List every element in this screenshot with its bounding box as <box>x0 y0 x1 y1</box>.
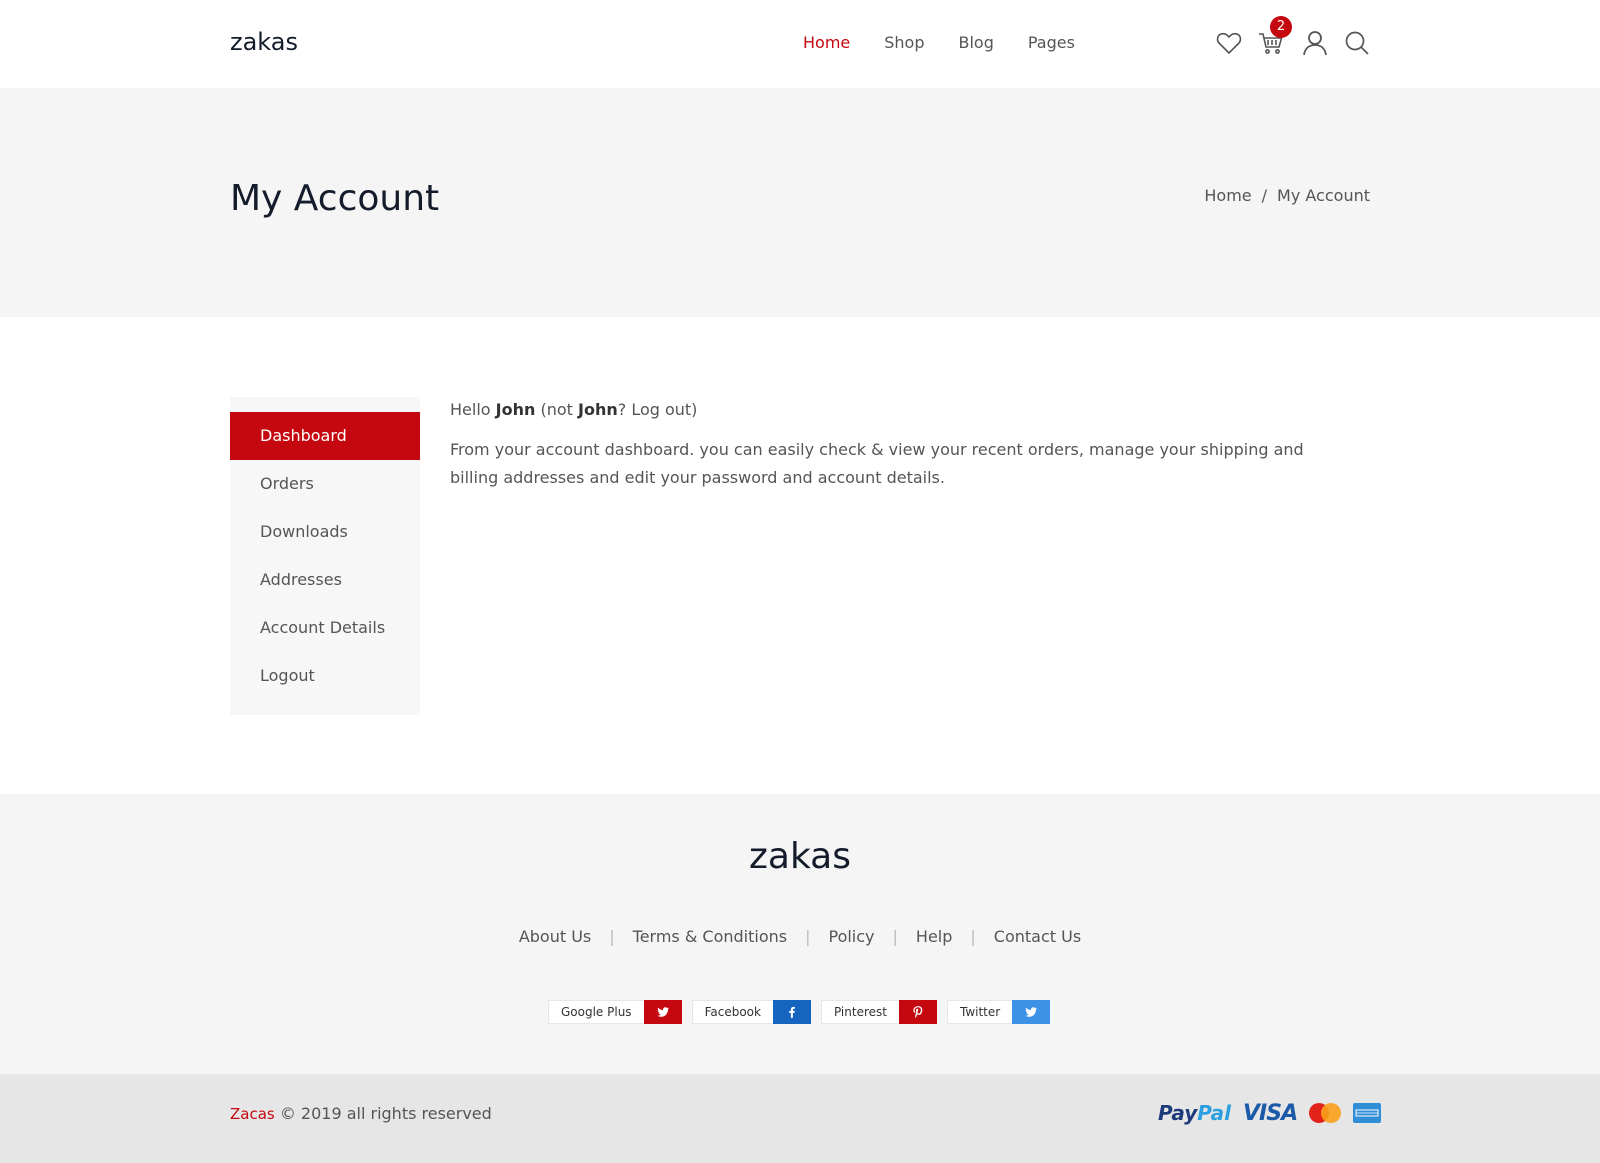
breadcrumb: Home / My Account <box>1204 186 1370 205</box>
footer-link-help[interactable]: Help <box>916 927 952 946</box>
heart-icon[interactable] <box>1214 28 1244 58</box>
account-menu: Dashboard Orders Downloads Addresses Acc… <box>230 397 420 715</box>
social-buttons: Google Plus Facebook Pinterest Twitter <box>548 1000 1060 1024</box>
footer-logo[interactable]: zakas <box>0 836 1600 877</box>
copyright-brand-link[interactable]: Zacas <box>230 1105 275 1123</box>
header-actions: 2 <box>1214 16 1374 60</box>
user-name: John <box>495 400 536 419</box>
social-google-plus-button[interactable]: Google Plus <box>548 1000 682 1024</box>
footer-link-separator: | <box>609 927 615 946</box>
twitter-bird-icon <box>643 1000 682 1024</box>
pinterest-icon <box>898 1000 937 1024</box>
bottom-bar: Zacas © 2019 all rights reserved Pay Pal … <box>0 1074 1600 1163</box>
footer-link-policy[interactable]: Policy <box>828 927 874 946</box>
user-icon[interactable] <box>1300 28 1330 58</box>
account-menu-account-details[interactable]: Account Details <box>230 604 420 652</box>
paypal-logo-pal: Pal <box>1197 1101 1232 1125</box>
site-header: zakas Home Shop Blog Pages 2 <box>0 0 1600 88</box>
footer-link-separator: | <box>805 927 811 946</box>
logout-link[interactable]: ? Log out) <box>618 400 698 419</box>
footer-links: About Us | Terms & Conditions | Policy |… <box>0 927 1600 946</box>
site-footer: zakas About Us | Terms & Conditions | Po… <box>0 794 1600 1074</box>
mastercard-logo <box>1309 1103 1342 1123</box>
footer-link-separator: | <box>892 927 898 946</box>
visa-logo: VISA <box>1243 1100 1298 1126</box>
copyright: Zacas © 2019 all rights reserved <box>230 1104 492 1123</box>
search-icon[interactable] <box>1342 28 1372 58</box>
social-facebook-button[interactable]: Facebook <box>691 1000 811 1024</box>
account-menu-downloads[interactable]: Downloads <box>230 508 420 556</box>
amex-logo <box>1353 1103 1382 1123</box>
nav-pages[interactable]: Pages <box>1028 33 1075 52</box>
copyright-text: © 2019 all rights reserved <box>274 1104 492 1123</box>
user-name-repeat: John <box>578 400 618 419</box>
breadcrumb-separator: / <box>1261 186 1268 205</box>
social-twitter-button[interactable]: Twitter <box>946 1000 1051 1024</box>
social-label: Pinterest <box>820 1000 899 1024</box>
social-pinterest-button[interactable]: Pinterest <box>820 1000 937 1024</box>
dashboard-description: From your account dashboard. you can eas… <box>450 440 1304 487</box>
account-menu-addresses[interactable]: Addresses <box>230 556 420 604</box>
cart-count-badge: 2 <box>1270 16 1292 38</box>
site-logo[interactable]: zakas <box>230 28 298 56</box>
social-label: Google Plus <box>548 1000 644 1024</box>
breadcrumb-current: My Account <box>1277 186 1370 205</box>
nav-home[interactable]: Home <box>803 33 850 52</box>
footer-link-about-us[interactable]: About Us <box>519 927 591 946</box>
footer-link-terms[interactable]: Terms & Conditions <box>633 927 787 946</box>
greeting-prefix: Hello <box>450 400 496 419</box>
social-label: Twitter <box>946 1000 1013 1024</box>
account-menu-logout[interactable]: Logout <box>230 652 420 700</box>
page-title-band: My Account Home / My Account <box>0 88 1600 317</box>
main-nav: Home Shop Blog Pages <box>803 33 1109 52</box>
paypal-logo-pay: Pay <box>1158 1101 1198 1125</box>
account-menu-orders[interactable]: Orders <box>230 460 420 508</box>
nav-blog[interactable]: Blog <box>959 33 994 52</box>
greeting: Hello John (not John? Log out) <box>450 400 1375 420</box>
page-title: My Account <box>230 178 440 219</box>
greeting-mid: (not <box>535 400 578 419</box>
payment-methods: Pay Pal VISA <box>1158 1098 1382 1128</box>
paypal-logo: Pay Pal <box>1158 1101 1231 1125</box>
account-menu-dashboard[interactable]: Dashboard <box>230 412 420 460</box>
account-dashboard-content: Hello John (not John? Log out) From your… <box>450 400 1375 492</box>
footer-link-contact-us[interactable]: Contact Us <box>994 927 1081 946</box>
facebook-icon <box>772 1000 811 1024</box>
cart-icon[interactable]: 2 <box>1256 16 1292 58</box>
nav-shop[interactable]: Shop <box>884 33 924 52</box>
twitter-bird-icon <box>1012 1000 1051 1024</box>
breadcrumb-home[interactable]: Home <box>1204 186 1251 205</box>
footer-link-separator: | <box>970 927 976 946</box>
social-label: Facebook <box>691 1000 773 1024</box>
